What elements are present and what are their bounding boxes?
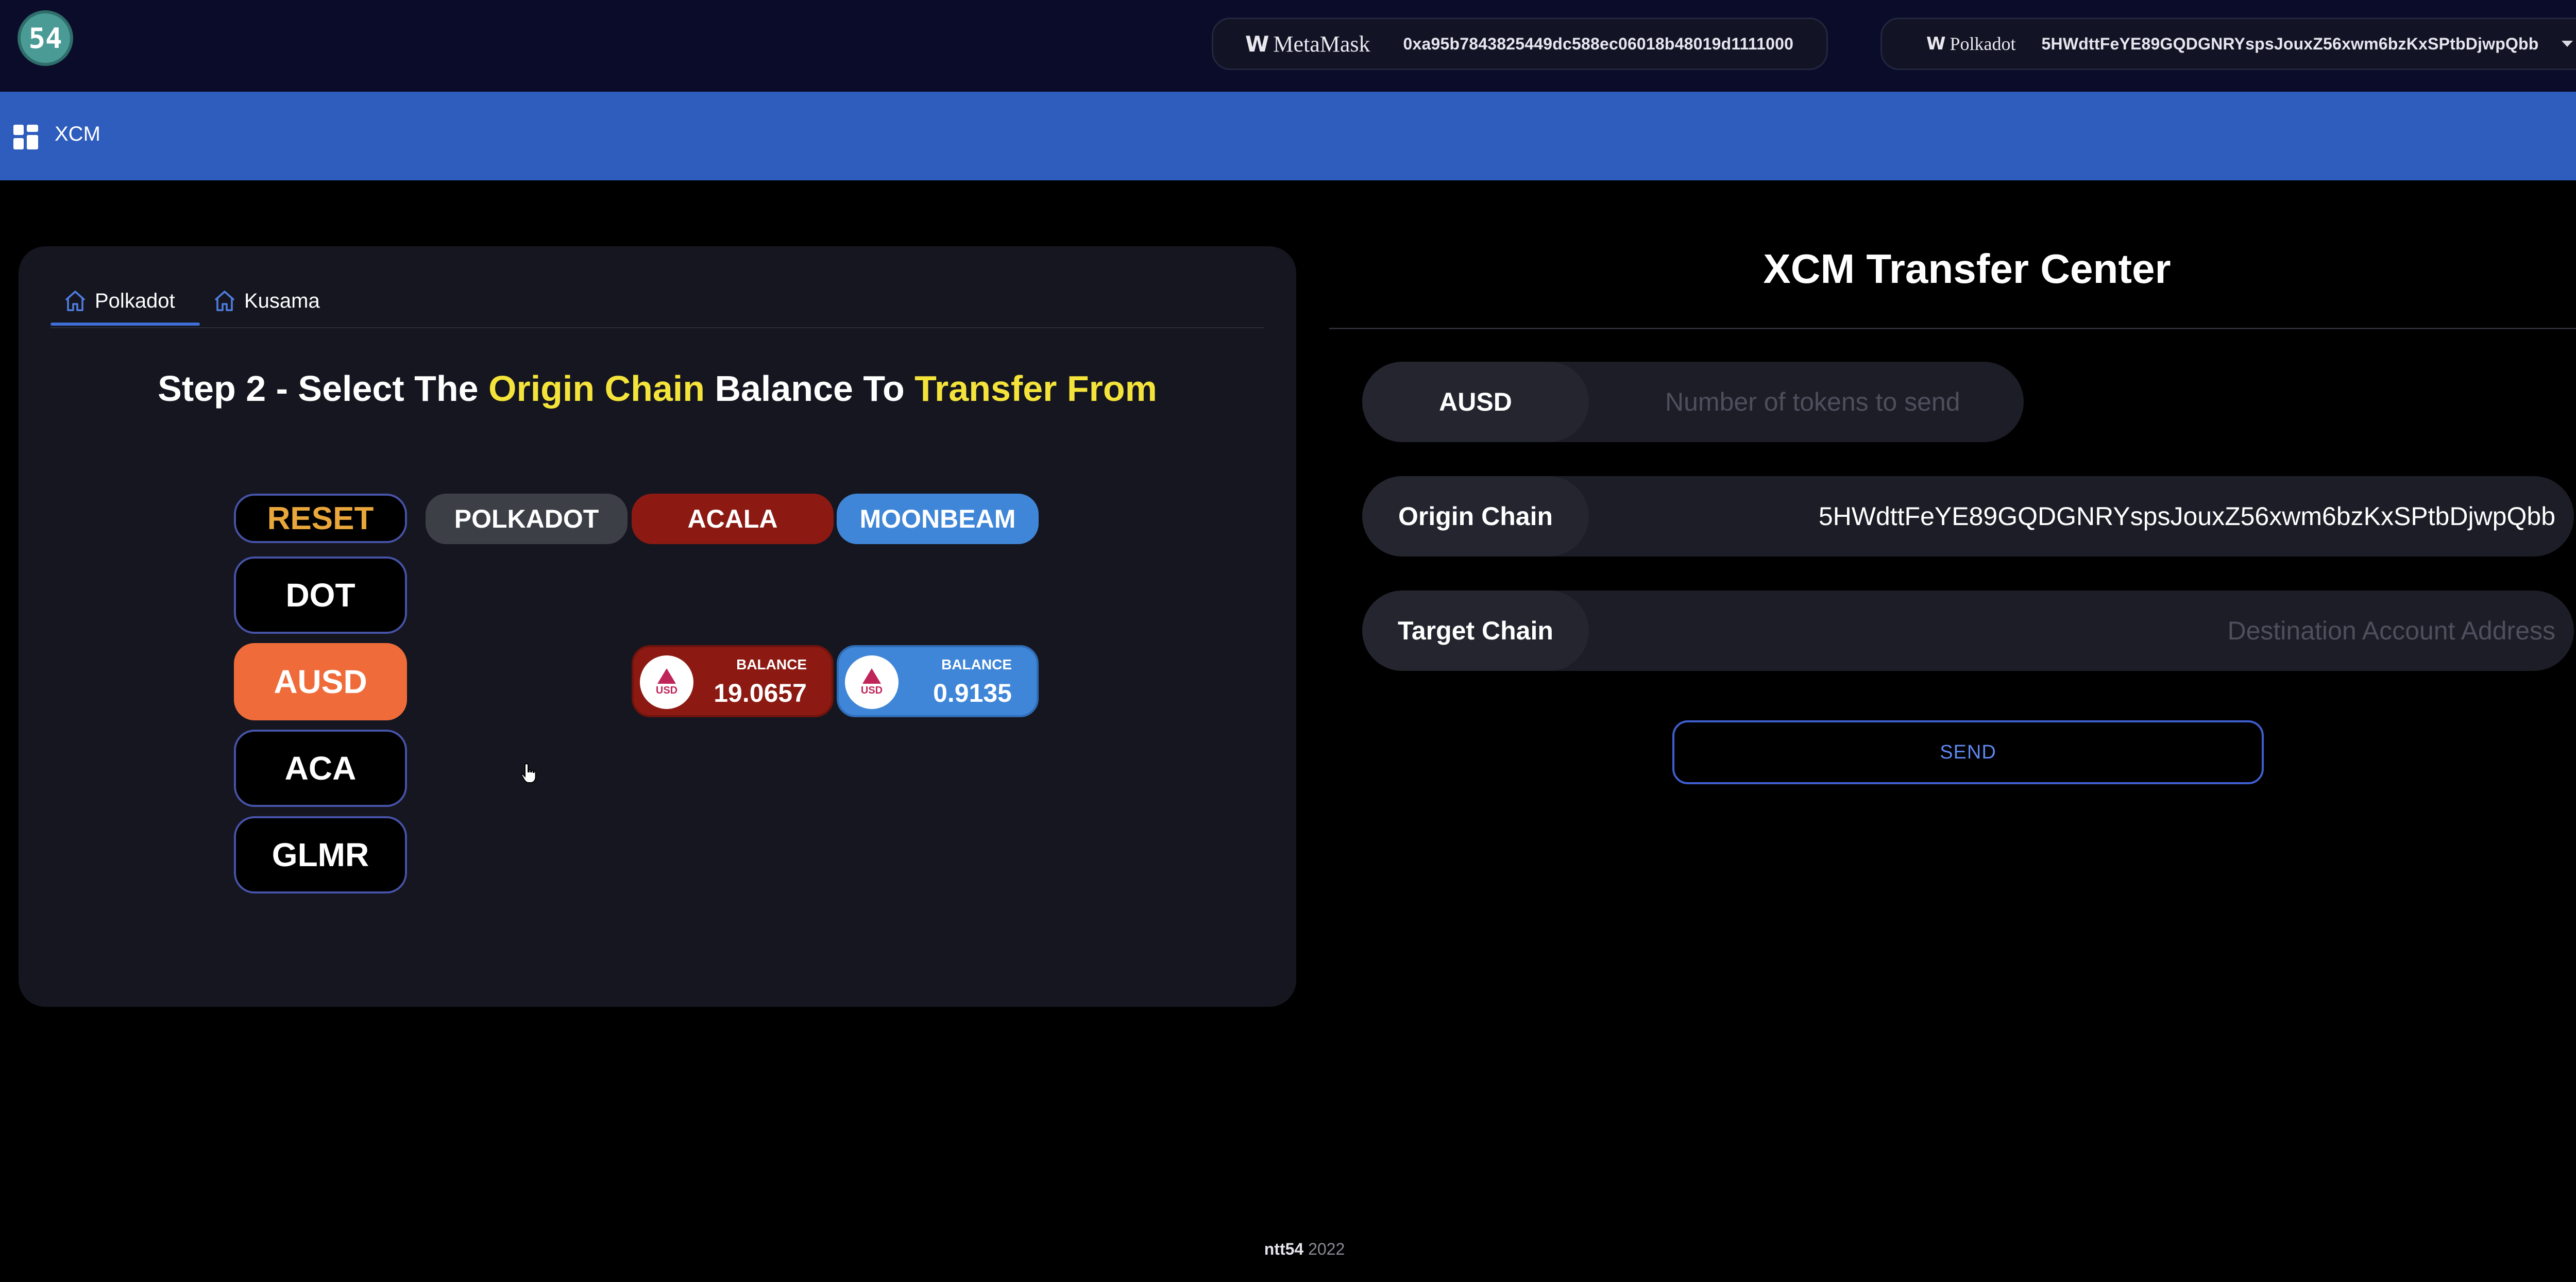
balance-value: 19.0657 <box>714 679 807 707</box>
ausd-coin-icon: USD <box>845 655 899 709</box>
app-logo[interactable]: 54 <box>18 10 73 66</box>
metamask-brand: W MetaMask <box>1245 31 1370 57</box>
send-button[interactable]: SEND <box>1672 720 2264 784</box>
coin-label: USD <box>655 684 678 696</box>
polkadot-brand-label: Polkadot <box>1950 33 2016 54</box>
amount-input[interactable]: Number of tokens to send <box>1665 362 1960 442</box>
target-chain-label: Target Chain <box>1362 591 1589 671</box>
origin-address-input[interactable]: 5HWdttFeYE89GQDGNRYspsJouxZ56xwm6bzKxSPt… <box>1819 476 2555 556</box>
polkadot-icon: W <box>1926 33 1946 54</box>
tab-label: Kusama <box>244 289 320 312</box>
reset-button[interactable]: RESET <box>234 494 407 543</box>
polkadot-account-selector[interactable]: W Polkadot 5HWdttFeYE89GQDGNRYspsJouxZ56… <box>1880 18 2576 70</box>
nav-title[interactable]: XCM <box>55 123 100 146</box>
token-button-aca[interactable]: ACA <box>234 730 407 807</box>
step-highlight-transfer: Transfer From <box>914 368 1157 409</box>
polkadot-address: 5HWdttFeYE89GQDGNRYspsJouxZ56xwm6bzKxSPt… <box>2041 34 2539 53</box>
footer-year: 2022 <box>1308 1240 1345 1258</box>
token-label: AUSD <box>1362 362 1589 442</box>
home-icon <box>65 291 86 311</box>
ausd-coin-icon: USD <box>640 655 693 709</box>
step-title: Step 2 - Select The Origin Chain Balance… <box>0 368 1315 409</box>
balance-label: BALANCE <box>941 656 1012 672</box>
balance-value: 0.9135 <box>933 679 1012 707</box>
footer-brand: ntt54 <box>1264 1240 1304 1258</box>
chain-selection-panel <box>19 246 1296 1007</box>
logo-text: 54 <box>28 22 62 55</box>
footer: ntt54 2022 <box>0 1240 2576 1259</box>
target-chain-field[interactable]: Target Chain Destination Account Address <box>1362 591 2574 671</box>
step-prefix: Step 2 - Select The <box>158 368 488 409</box>
chain-button-acala[interactable]: ACALA <box>632 494 834 544</box>
origin-chain-label: Origin Chain <box>1362 476 1589 556</box>
metamask-account-pill[interactable]: W MetaMask 0xa95b7843825449dc588ec06018b… <box>1212 18 1828 70</box>
step-highlight-origin: Origin Chain <box>488 368 705 409</box>
tab-divider <box>50 327 1264 328</box>
home-icon <box>214 291 235 311</box>
metamask-brand-label: MetaMask <box>1273 31 1370 57</box>
token-button-dot[interactable]: DOT <box>234 556 407 634</box>
metamask-icon: W <box>1245 31 1269 57</box>
polkadot-brand: W Polkadot <box>1926 33 2016 55</box>
metamask-address: 0xa95b7843825449dc588ec06018b48019d11110… <box>1403 34 1794 53</box>
hand-cursor-icon <box>521 763 536 783</box>
active-tab-indicator <box>50 323 200 326</box>
balance-card-acala[interactable]: USD BALANCE 19.0657 <box>632 645 834 717</box>
tab-kusama[interactable]: Kusama <box>212 289 320 313</box>
chevron-down-icon[interactable] <box>2561 41 2573 47</box>
destination-address-input[interactable]: Destination Account Address <box>2228 591 2556 671</box>
balance-label: BALANCE <box>736 656 807 672</box>
balance-card-moonbeam[interactable]: USD BALANCE 0.9135 <box>837 645 1039 717</box>
token-button-glmr[interactable]: GLMR <box>234 816 407 893</box>
token-button-ausd[interactable]: AUSD <box>234 643 407 720</box>
nav-strip <box>0 92 2576 180</box>
amount-field[interactable]: AUSD Number of tokens to send <box>1362 362 2024 442</box>
tab-label: Polkadot <box>95 289 175 312</box>
title-divider <box>1329 328 2576 329</box>
tab-polkadot[interactable]: Polkadot <box>63 289 175 313</box>
coin-label: USD <box>860 684 883 696</box>
transfer-center-title: XCM Transfer Center <box>1763 246 2171 292</box>
step-middle: Balance To <box>705 368 915 409</box>
chain-button-moonbeam[interactable]: MOONBEAM <box>837 494 1039 544</box>
grid-icon[interactable] <box>13 125 38 149</box>
origin-chain-field[interactable]: Origin Chain 5HWdttFeYE89GQDGNRYspsJouxZ… <box>1362 476 2574 556</box>
chain-button-polkadot[interactable]: POLKADOT <box>426 494 628 544</box>
